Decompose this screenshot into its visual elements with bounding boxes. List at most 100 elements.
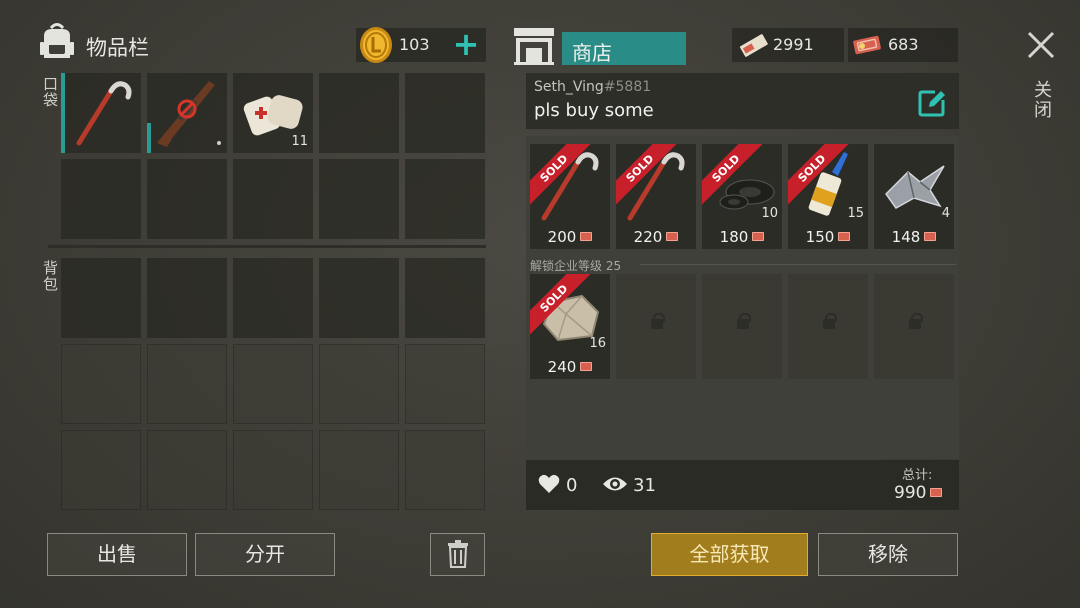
section-divider [48,245,486,248]
listing-price: 150 [788,228,868,248]
eye-icon [603,477,627,491]
ticket-icon [924,232,937,241]
backpack-slot-empty[interactable] [61,258,141,338]
backpack-slot-locked [147,430,227,510]
pocket-slot-empty[interactable] [319,73,399,153]
backpack-slot-empty[interactable] [233,258,313,338]
voucher-amount: 2991 [773,35,814,54]
unlock-requirement-label: 解锁企业等级 25 [530,259,622,273]
listing-qty: 10 [761,206,778,221]
split-button[interactable]: 分开 [195,533,335,576]
backpack-slot-locked [405,344,485,424]
lock-icon [909,313,923,329]
ticket-icon [580,362,593,371]
backpack-icon [40,23,74,58]
rifle-icon [157,81,221,147]
add-coins-button[interactable]: + [449,27,483,61]
locked-listing-slot [874,274,954,379]
pocket-slot-empty[interactable] [319,159,399,239]
sell-button[interactable]: 出售 [47,533,187,576]
pocket-slot-rifle[interactable] [147,73,227,153]
heart-icon[interactable] [538,474,560,494]
seller-name: Seth_Ving#5881 [534,79,651,95]
pocket-slot-empty[interactable] [147,159,227,239]
ticket-icon [853,35,881,55]
price-value: 148 [891,228,921,246]
ticket-icon [838,232,851,241]
backpack-slot-empty[interactable] [405,258,485,338]
listing-glue[interactable]: SOLD 15 150 [788,144,868,249]
pocket-slot-empty[interactable] [405,73,485,153]
close-label[interactable]: 关闭 [1028,80,1054,120]
listing-price: 148 [874,228,954,248]
lock-icon [737,313,751,329]
pocket-slot-crowbar[interactable] [61,73,141,153]
listing-stone[interactable]: SOLD 16 240 [530,274,610,379]
tab-shop-label: 商店 [572,41,612,65]
listing-qty: 4 [941,206,950,221]
unlock-divider [640,264,956,265]
listing-price: 220 [616,228,696,248]
get-all-button[interactable]: 全部获取 [651,533,808,576]
price-value: 180 [719,228,749,246]
seller-message: pls buy some [534,100,654,121]
locked-listing-slot [788,274,868,379]
backpack-slot-empty[interactable] [319,258,399,338]
locked-listing-slot [616,274,696,379]
price-value: 200 [547,228,577,246]
locked-listing-slot [702,274,782,379]
lock-icon [823,313,837,329]
trash-button[interactable] [430,533,485,576]
close-icon[interactable] [1024,28,1058,62]
backpack-slot-locked [319,344,399,424]
price-value: 150 [805,228,835,246]
voucher-icon [739,34,768,57]
pocket-slot-bandage[interactable]: 11 [233,73,313,153]
price-value: 240 [547,358,577,376]
backpack-slot-locked [147,344,227,424]
listing-scrap-metal[interactable]: 4 148 [874,144,954,249]
remove-button[interactable]: 移除 [818,533,958,576]
backpack-label: 背包 [41,260,59,292]
total-label: 总计: [902,468,933,483]
pocket-slot-empty[interactable] [233,159,313,239]
listing-qty: 16 [589,336,606,351]
ticket-icon [752,232,765,241]
shop-icon [514,28,554,65]
listing-duct-tape[interactable]: SOLD 10 180 [702,144,782,249]
ticket-amount: 683 [888,35,919,54]
pocket-slot-empty[interactable] [61,159,141,239]
listing-price: 240 [530,358,610,378]
total-amount: 990 [894,483,943,503]
ticket-icon [666,232,679,241]
crowbar-icon [76,81,132,146]
lock-icon [651,313,665,329]
backpack-slot-locked [233,344,313,424]
pocket-slot-empty[interactable] [405,159,485,239]
ticket-icon [580,232,593,241]
coin-amount: 103 [399,35,430,54]
inventory-title: 物品栏 [86,36,149,60]
trash-icon [447,540,468,568]
edit-message-icon[interactable] [917,88,947,118]
backpack-slot-locked [61,430,141,510]
like-count: 0 [566,475,578,496]
total-value: 990 [894,483,927,503]
pocket-label: 口袋 [41,76,59,108]
listing-crowbar-1[interactable]: SOLD 200 [530,144,610,249]
backpack-slot-locked [233,430,313,510]
seller-username: Seth_Ving [534,79,604,95]
listing-qty: 15 [847,206,864,221]
coin-icon [360,27,392,63]
seller-tag: #5881 [603,79,652,95]
item-count: 11 [291,134,308,149]
ticket-icon [930,488,943,497]
backpack-slot-locked [319,430,399,510]
backpack-slot-locked [61,344,141,424]
price-value: 220 [633,228,663,246]
listing-price: 180 [702,228,782,248]
listing-crowbar-2[interactable]: SOLD 220 [616,144,696,249]
backpack-slot-empty[interactable] [147,258,227,338]
backpack-slot-locked [405,430,485,510]
listing-price: 200 [530,228,610,248]
